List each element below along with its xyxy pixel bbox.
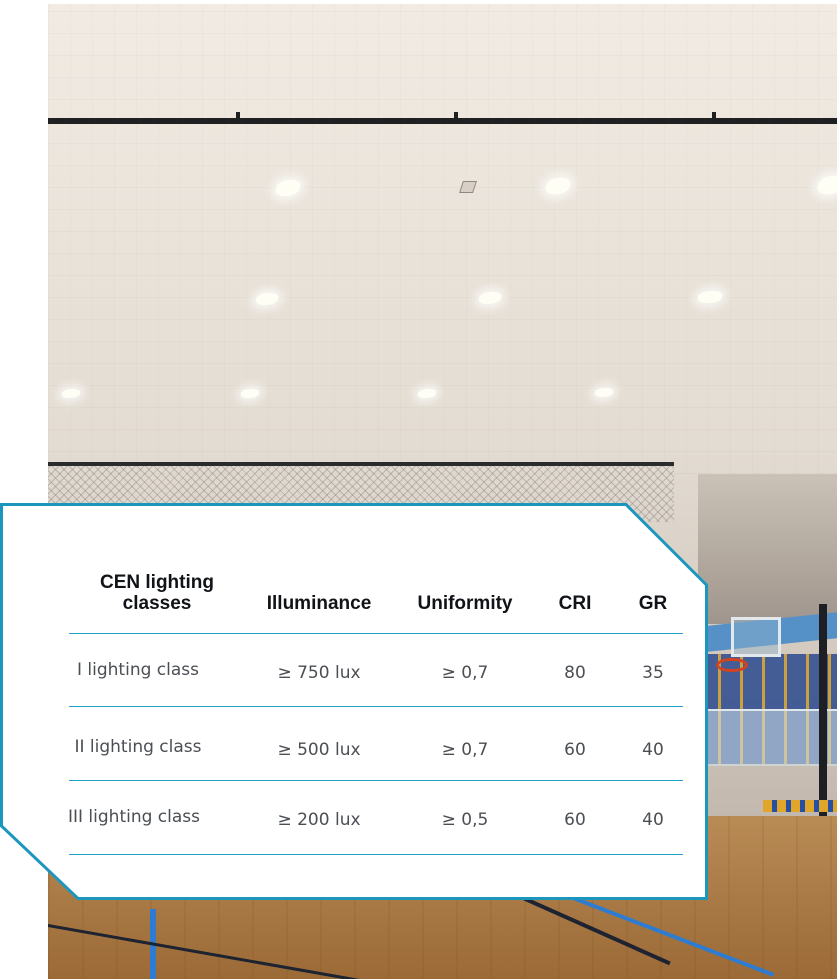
beam-bracket [454, 112, 458, 120]
row-3-cri: 60 [564, 810, 586, 830]
row-1-uniformity: ≥ 0,7 [441, 663, 489, 683]
row-2-class: II lighting class [74, 737, 202, 757]
basketball-rim [716, 658, 748, 672]
row-3-illuminance: ≥ 200 lux [277, 810, 361, 830]
table-divider [69, 706, 683, 707]
header-cri: CRI [558, 593, 592, 614]
row-1-class: I lighting class [77, 660, 199, 680]
row-2-illuminance: ≥ 500 lux [277, 740, 361, 760]
table-divider [69, 854, 683, 855]
header-illuminance: Illuminance [266, 593, 372, 614]
row-1-cri: 80 [564, 663, 586, 683]
stands-glass-barrier [708, 709, 837, 766]
basketball-backboard [731, 617, 781, 657]
row-3-class: III lighting class [67, 807, 200, 827]
header-uniformity: Uniformity [417, 593, 513, 614]
row-3-gr: 40 [642, 810, 664, 830]
row-2-gr: 40 [642, 740, 664, 760]
header-cen-lighting-classes: CEN lighting classes [100, 572, 214, 614]
beam-bracket [712, 112, 716, 120]
row-3-uniformity: ≥ 0,5 [441, 810, 489, 830]
ceiling-beam [48, 118, 837, 124]
row-2-uniformity: ≥ 0,7 [441, 740, 489, 760]
beam-bracket [236, 112, 240, 120]
ceiling-tiles [48, 4, 837, 474]
bench-seats [763, 800, 837, 812]
row-2-cri: 60 [564, 740, 586, 760]
table-divider [69, 780, 683, 781]
row-1-gr: 35 [642, 663, 664, 683]
table-divider [69, 633, 683, 634]
header-gr: GR [638, 593, 668, 614]
row-1-illuminance: ≥ 750 lux [277, 663, 361, 683]
lighting-classes-table: CEN lighting classes Illuminance Uniform… [0, 503, 708, 900]
hall-wall [698, 474, 837, 624]
